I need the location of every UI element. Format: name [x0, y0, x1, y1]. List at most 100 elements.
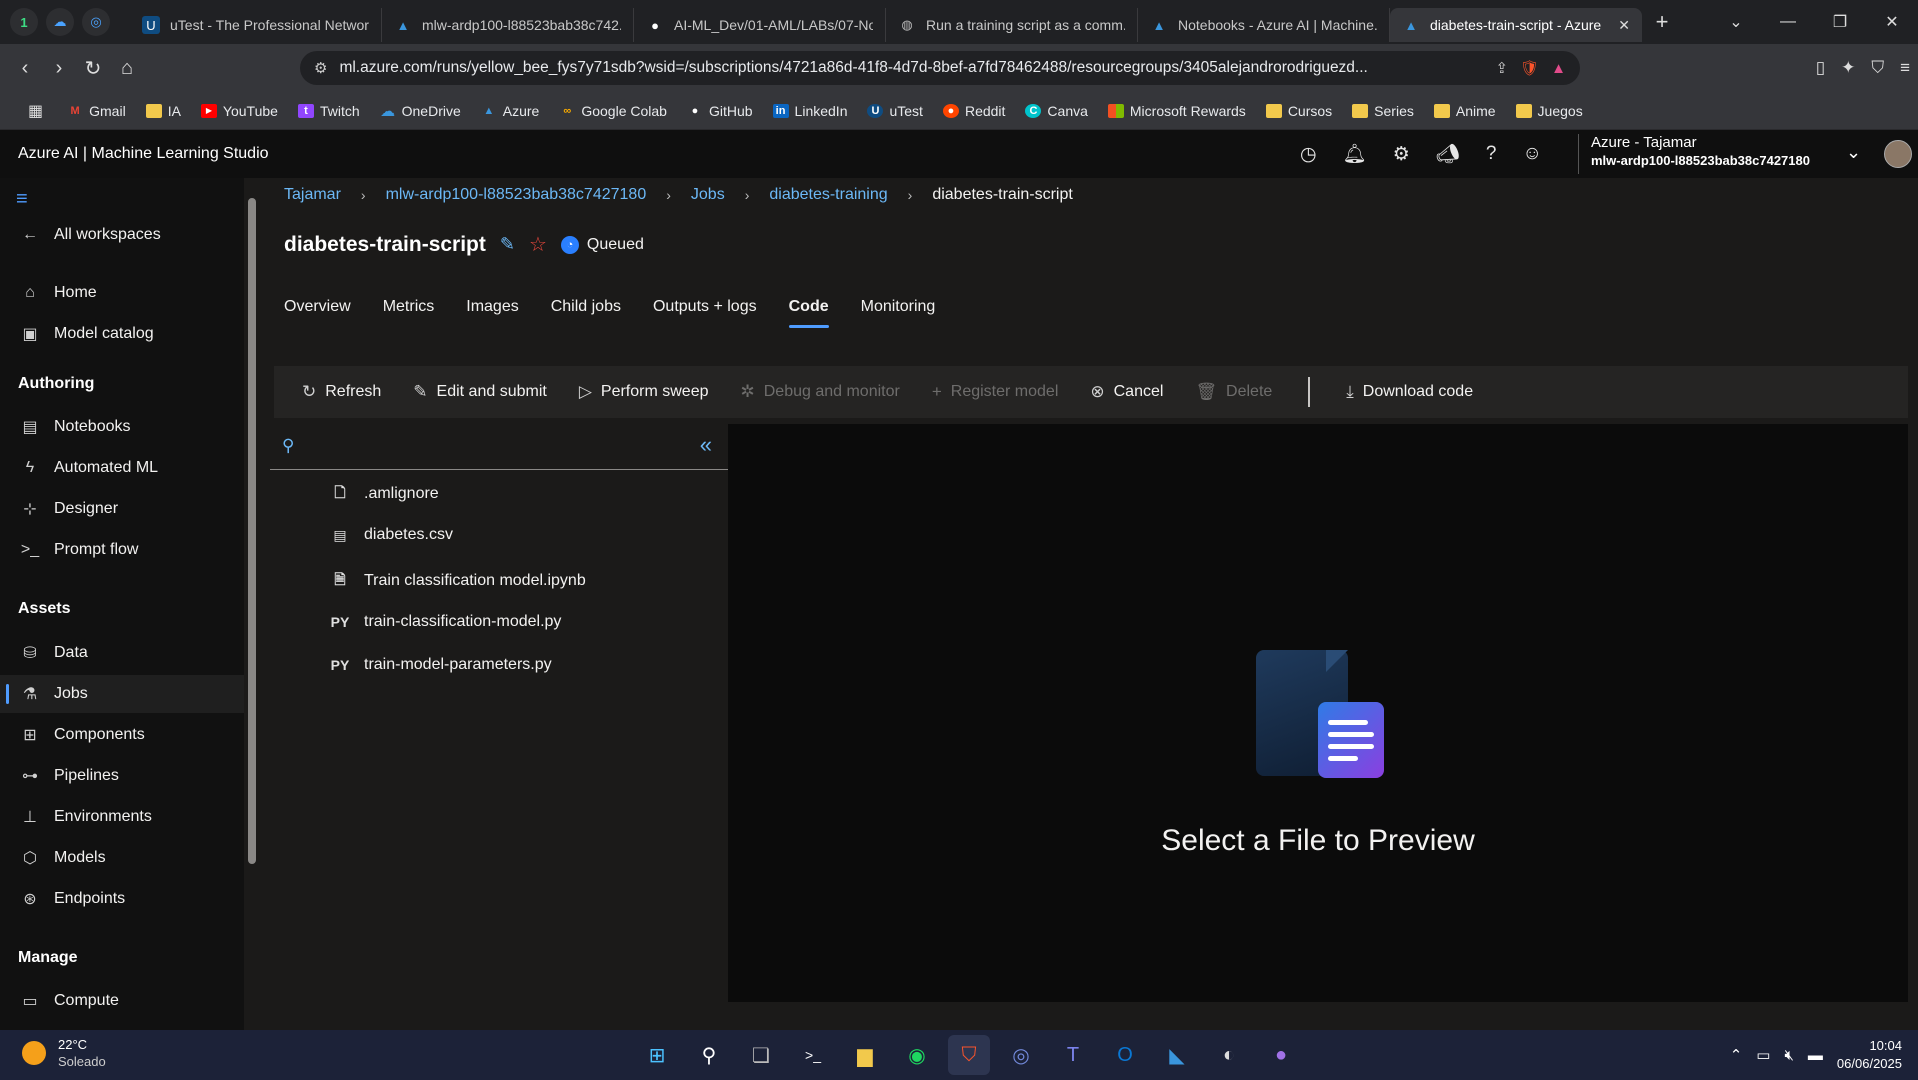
spotify-icon[interactable]: ◉: [896, 1035, 938, 1075]
tab-monitoring[interactable]: Monitoring: [861, 298, 936, 328]
obs-icon[interactable]: ◐: [1208, 1035, 1250, 1075]
browser-tab[interactable]: ▲ mlw-ardp100-l88523bab38c742...: [382, 8, 634, 42]
terminal-icon[interactable]: >_: [792, 1035, 834, 1075]
bookmark-microsoft-rewards[interactable]: Microsoft Rewards: [1098, 103, 1256, 119]
brave-shields-icon[interactable]: 🛡: [1520, 59, 1539, 77]
nav-notebooks[interactable]: ▤ Notebooks: [0, 408, 244, 446]
menu-icon[interactable]: ≡: [1900, 58, 1910, 78]
avatar[interactable]: [1884, 140, 1912, 168]
bookmark-azure[interactable]: ▲ Azure: [471, 103, 550, 119]
breadcrumb-link-directory[interactable]: Tajamar: [284, 186, 341, 204]
breadcrumb-link-experiment[interactable]: diabetes-training: [769, 186, 887, 204]
vscode-icon[interactable]: ◣: [1156, 1035, 1198, 1075]
nav-compute[interactable]: ▭ Compute: [0, 982, 244, 1020]
nav-home[interactable]: ⌂ Home: [0, 274, 244, 312]
nav-pipelines[interactable]: ⊶ Pipelines: [0, 757, 244, 795]
edit-and-submit-button[interactable]: ✎ Edit and submit: [413, 382, 547, 402]
nav-all-workspaces[interactable]: ← All workspaces: [0, 216, 244, 254]
bookmark-folder-anime[interactable]: Anime: [1424, 103, 1506, 119]
perform-sweep-button[interactable]: ▷ Perform sweep: [579, 382, 709, 402]
file-item[interactable]: 🗋 .amlignore: [330, 482, 438, 506]
tab-overview[interactable]: Overview: [284, 298, 351, 328]
register-model-button[interactable]: + Register model: [932, 382, 1059, 402]
tab-child-jobs[interactable]: Child jobs: [551, 298, 621, 328]
notifications-icon[interactable]: 🔔︎: [1343, 142, 1367, 166]
site-info-icon[interactable]: ⚙: [314, 59, 327, 77]
browser-tab[interactable]: ● AI-ML_Dev/01-AML/LABs/07-No...: [634, 8, 886, 42]
nav-prompt-flow[interactable]: >_ Prompt flow: [0, 531, 244, 569]
battery-icon[interactable]: ▬: [1808, 1047, 1823, 1064]
refresh-button[interactable]: ↻ Refresh: [302, 382, 381, 402]
sidebar-toggle-icon[interactable]: ▯: [1816, 58, 1825, 78]
file-explorer-icon[interactable]: ▆: [844, 1035, 886, 1075]
collapse-panel-icon[interactable]: «: [700, 432, 712, 458]
file-item[interactable]: PY train-classification-model.py: [330, 613, 562, 631]
bookmark-twitch[interactable]: t Twitch: [288, 103, 370, 119]
url-bar[interactable]: ⚙ ml.azure.com/runs/yellow_bee_fys7y71sd…: [300, 51, 1580, 85]
volume-muted-icon[interactable]: 🔇︎: [1784, 1047, 1793, 1064]
nav-automated-ml[interactable]: ϟ Automated ML: [0, 449, 244, 487]
tab-code[interactable]: Code: [788, 298, 829, 328]
github-desktop-icon[interactable]: ●: [1260, 1035, 1302, 1075]
studio-brand[interactable]: Azure AI | Machine Learning Studio: [0, 145, 269, 163]
bookmark-youtube[interactable]: ▶ YouTube: [191, 103, 288, 119]
nav-jobs[interactable]: ⚗ Jobs: [0, 675, 244, 713]
restore-icon[interactable]: ❐: [1814, 12, 1866, 32]
chevron-up-icon[interactable]: ⌃: [1730, 1046, 1743, 1064]
start-icon[interactable]: ⊞: [636, 1035, 678, 1075]
network-icon[interactable]: ▭: [1756, 1046, 1770, 1064]
feedback-icon[interactable]: ☺: [1522, 143, 1541, 165]
file-item[interactable]: ▤ diabetes.csv: [330, 526, 453, 544]
chevron-down-icon[interactable]: ⌄: [1846, 142, 1861, 163]
bookmark-reddit[interactable]: ● Reddit: [933, 103, 1015, 119]
nav-models[interactable]: ⬡ Models: [0, 839, 244, 877]
clock[interactable]: 10:04 06/06/2025: [1837, 1037, 1902, 1073]
minimize-icon[interactable]: —: [1762, 13, 1814, 31]
pinned-tab-1[interactable]: 1: [10, 8, 38, 36]
nav-components[interactable]: ⊞ Components: [0, 716, 244, 754]
breadcrumb-link-workspace[interactable]: mlw-ardp100-l88523bab38c7427180: [386, 186, 647, 204]
browser-tab-active[interactable]: ▲ diabetes-train-script - Azure ✕: [1390, 8, 1642, 42]
delete-button[interactable]: 🗑︎ Delete: [1195, 382, 1272, 402]
search-icon[interactable]: ⚲: [688, 1035, 730, 1075]
pinned-tab-onedrive[interactable]: ☁: [46, 8, 74, 36]
apps-grid-icon[interactable]: ▦: [18, 101, 57, 121]
pinned-tab-3[interactable]: ◎: [82, 8, 110, 36]
close-window-icon[interactable]: ✕: [1866, 12, 1918, 32]
forward-icon[interactable]: ›: [42, 57, 76, 80]
tab-metrics[interactable]: Metrics: [383, 298, 435, 328]
help-icon[interactable]: ?: [1486, 143, 1497, 165]
task-view-icon[interactable]: ❏: [740, 1035, 782, 1075]
scrollbar-thumb[interactable]: [248, 198, 256, 864]
bookmark-folder-juegos[interactable]: Juegos: [1506, 103, 1593, 119]
discord-icon[interactable]: ◎: [1000, 1035, 1042, 1075]
settings-icon[interactable]: ⚙: [1393, 143, 1410, 166]
cancel-button[interactable]: ⊗ Cancel: [1090, 382, 1163, 402]
nav-designer[interactable]: ⊹ Designer: [0, 490, 244, 528]
workspace-picker[interactable]: Azure - Tajamar mlw-ardp100-l88523bab38c…: [1578, 134, 1810, 174]
bookmark-folder-cursos[interactable]: Cursos: [1256, 103, 1342, 119]
share-icon[interactable]: ⇪: [1496, 59, 1509, 77]
download-code-button[interactable]: ⤓ Download code: [1346, 382, 1473, 402]
browser-tab[interactable]: ◍ Run a training script as a comm...: [886, 8, 1138, 42]
reload-icon[interactable]: ↻: [76, 56, 110, 81]
vpn-icon[interactable]: ⛉: [1871, 58, 1884, 78]
teams-icon[interactable]: T: [1052, 1035, 1094, 1075]
file-search-input[interactable]: [310, 432, 650, 462]
bookmark-gmail[interactable]: M Gmail: [57, 103, 136, 119]
nav-endpoints[interactable]: ⊛ Endpoints: [0, 880, 244, 918]
browser-tab[interactable]: ▲ Notebooks - Azure AI | Machine...: [1138, 8, 1390, 42]
left-nav-scrollbar[interactable]: [244, 178, 260, 1030]
bookmark-folder-ia[interactable]: IA: [136, 103, 191, 119]
bookmark-utest[interactable]: UuTest: [857, 103, 932, 119]
bookmark-folder-series[interactable]: Series: [1342, 103, 1424, 119]
back-icon[interactable]: ‹: [8, 57, 42, 80]
nav-environments[interactable]: ⊥ Environments: [0, 798, 244, 836]
favorite-star-icon[interactable]: ☆: [529, 232, 547, 257]
close-tab-icon[interactable]: ✕: [1618, 17, 1630, 34]
file-item[interactable]: 🗎 Train classification model.ipynb: [330, 569, 585, 593]
browser-tab[interactable]: U uTest - The Professional Network: [130, 8, 382, 42]
nav-model-catalog[interactable]: ▣ Model catalog: [0, 315, 244, 353]
announcements-icon[interactable]: 📣︎: [1436, 142, 1460, 166]
nav-data[interactable]: ⛁ Data: [0, 634, 244, 672]
